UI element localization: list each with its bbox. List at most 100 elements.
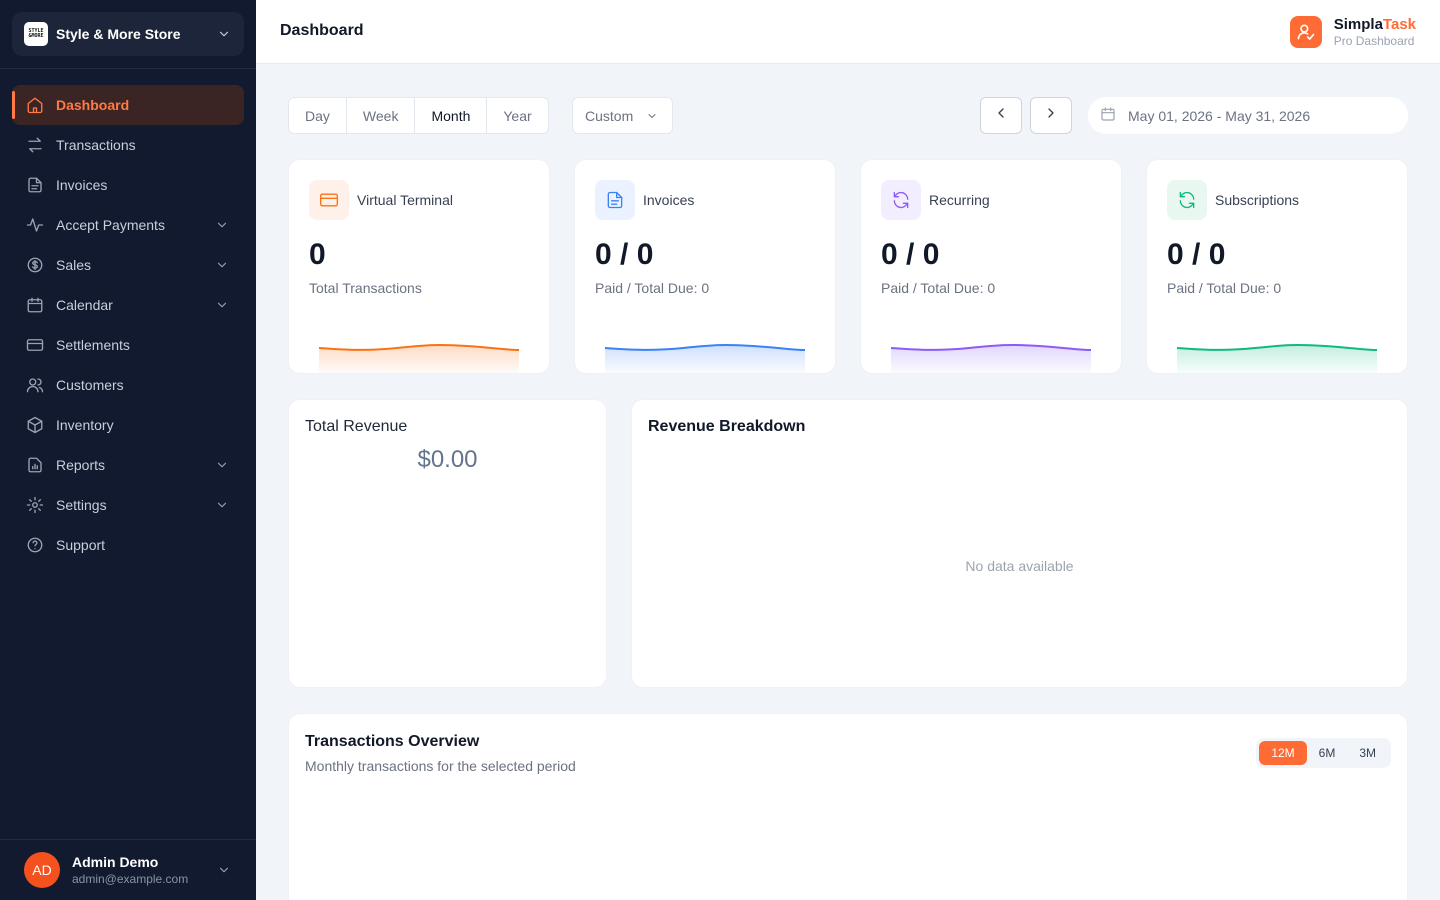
period-month-button[interactable]: Month <box>415 98 488 133</box>
transactions-overview-title: Transactions Overview <box>305 733 480 750</box>
sidebar-item-dashboard[interactable]: Dashboard <box>12 85 244 125</box>
range-tab-3m[interactable]: 3M <box>1347 741 1388 765</box>
stat-subtitle: Paid / Total Due: 0 <box>881 280 996 296</box>
sparkline <box>890 343 1092 373</box>
sidebar-item-reports[interactable]: Reports <box>12 445 244 485</box>
credit-card-icon <box>309 180 349 220</box>
sidebar-item-label: Reports <box>56 457 106 473</box>
top-header: Dashboard SimplaTask Pro Dashboard <box>256 0 1440 64</box>
sidebar-item-label: Support <box>56 537 106 553</box>
help-circle-icon <box>26 536 44 554</box>
custom-period-select[interactable]: Custom <box>572 97 673 134</box>
sidebar-item-accept-payments[interactable]: Accept Payments <box>12 205 244 245</box>
sidebar: STYLE &MORE Style & More Store Dashboard… <box>0 0 256 900</box>
empty-state-text: No data available <box>965 558 1074 574</box>
sidebar-item-transactions[interactable]: Transactions <box>12 125 244 165</box>
dollar-circle-icon <box>26 256 44 274</box>
store-logo: STYLE &MORE <box>24 22 48 46</box>
sidebar-item-label: Dashboard <box>56 97 130 113</box>
custom-period-label: Custom <box>585 107 634 124</box>
sidebar-item-label: Accept Payments <box>56 217 165 233</box>
sidebar-item-label: Transactions <box>56 137 136 153</box>
brand-logo-icon <box>1289 16 1322 48</box>
sidebar-divider <box>0 68 256 69</box>
chevron-down-icon <box>644 108 660 124</box>
brand-name-part1: Simpla <box>1333 16 1383 33</box>
gear-icon <box>26 496 44 514</box>
brand: SimplaTask Pro Dashboard <box>1289 16 1416 48</box>
date-range-picker[interactable]: May 01, 2026 - May 31, 2026 <box>1088 97 1408 134</box>
chevron-right-icon <box>1043 105 1059 126</box>
refresh-icon <box>1167 180 1207 220</box>
date-range-value: May 01, 2026 - May 31, 2026 <box>1128 107 1311 124</box>
transactions-overview-card: Transactions Overview Monthly transactio… <box>288 713 1408 900</box>
sidebar-nav: Dashboard Transactions Invoices Accept P… <box>12 85 244 565</box>
period-day-button[interactable]: Day <box>289 98 347 133</box>
chevron-down-icon <box>214 257 230 273</box>
chevron-down-icon <box>214 297 230 313</box>
sidebar-item-label: Calendar <box>56 297 113 313</box>
sidebar-item-label: Settlements <box>56 337 130 353</box>
total-revenue-card: Total Revenue $0.00 <box>288 399 607 688</box>
stat-value: 0 / 0 <box>1167 238 1226 271</box>
stat-label: Recurring <box>929 192 990 208</box>
range-tabs: 12M 6M 3M <box>1256 738 1391 768</box>
total-revenue-title: Total Revenue <box>305 418 408 435</box>
sidebar-item-label: Settings <box>56 497 107 513</box>
user-email: admin@example.com <box>72 872 189 886</box>
users-icon <box>26 376 44 394</box>
user-menu[interactable]: AD Admin Demo admin@example.com <box>0 839 256 900</box>
stat-card-virtual-terminal[interactable]: Virtual Terminal 0 Total Transactions <box>288 159 550 374</box>
report-icon <box>26 456 44 474</box>
chevron-down-icon <box>216 862 232 878</box>
document-icon <box>595 180 635 220</box>
calendar-icon <box>26 296 44 314</box>
chevron-down-icon <box>214 217 230 233</box>
sidebar-item-calendar[interactable]: Calendar <box>12 285 244 325</box>
period-year-button[interactable]: Year <box>487 98 547 133</box>
stat-subtitle: Paid / Total Due: 0 <box>595 280 710 296</box>
range-tab-12m[interactable]: 12M <box>1259 741 1307 765</box>
sidebar-item-customers[interactable]: Customers <box>12 365 244 405</box>
stat-subtitle: Total Transactions <box>309 280 422 296</box>
activity-icon <box>26 216 44 234</box>
chevron-down-icon <box>216 26 232 42</box>
stat-card-recurring[interactable]: Recurring 0 / 0 Paid / Total Due: 0 <box>860 159 1122 374</box>
sidebar-item-inventory[interactable]: Inventory <box>12 405 244 445</box>
revenue-breakdown-card: Revenue Breakdown No data available <box>631 399 1408 688</box>
refresh-icon <box>881 180 921 220</box>
stat-label: Virtual Terminal <box>357 192 453 208</box>
sidebar-item-settlements[interactable]: Settlements <box>12 325 244 365</box>
sidebar-item-label: Sales <box>56 257 92 273</box>
total-revenue-amount: $0.00 <box>417 446 478 473</box>
sidebar-item-settings[interactable]: Settings <box>12 485 244 525</box>
stat-value: 0 / 0 <box>881 238 940 271</box>
store-switcher[interactable]: STYLE &MORE Style & More Store <box>12 12 244 56</box>
period-week-button[interactable]: Week <box>347 98 416 133</box>
stat-label: Invoices <box>643 192 695 208</box>
sidebar-item-label: Customers <box>56 377 124 393</box>
sparkline <box>318 343 520 373</box>
sparkline <box>604 343 806 373</box>
previous-period-button[interactable] <box>980 97 1022 134</box>
avatar: AD <box>24 852 60 888</box>
period-toggle: Day Week Month Year <box>288 97 549 134</box>
document-icon <box>26 176 44 194</box>
home-icon <box>26 96 44 114</box>
store-logo-line2: &MORE <box>28 33 44 39</box>
chevron-down-icon <box>214 497 230 513</box>
range-tab-6m[interactable]: 6M <box>1307 741 1348 765</box>
sidebar-item-label: Invoices <box>56 177 108 193</box>
stat-card-subscriptions[interactable]: Subscriptions 0 / 0 Paid / Total Due: 0 <box>1146 159 1408 374</box>
sidebar-item-sales[interactable]: Sales <box>12 245 244 285</box>
brand-name-part2: Task <box>1382 16 1416 33</box>
brand-name: SimplaTask <box>1334 16 1416 33</box>
sidebar-item-support[interactable]: Support <box>12 525 244 565</box>
next-period-button[interactable] <box>1030 97 1072 134</box>
calendar-icon <box>1100 106 1116 125</box>
stat-subtitle: Paid / Total Due: 0 <box>1167 280 1282 296</box>
stat-card-invoices[interactable]: Invoices 0 / 0 Paid / Total Due: 0 <box>574 159 836 374</box>
stat-value: 0 <box>309 238 326 271</box>
sidebar-item-invoices[interactable]: Invoices <box>12 165 244 205</box>
brand-subtitle: Pro Dashboard <box>1333 34 1415 48</box>
